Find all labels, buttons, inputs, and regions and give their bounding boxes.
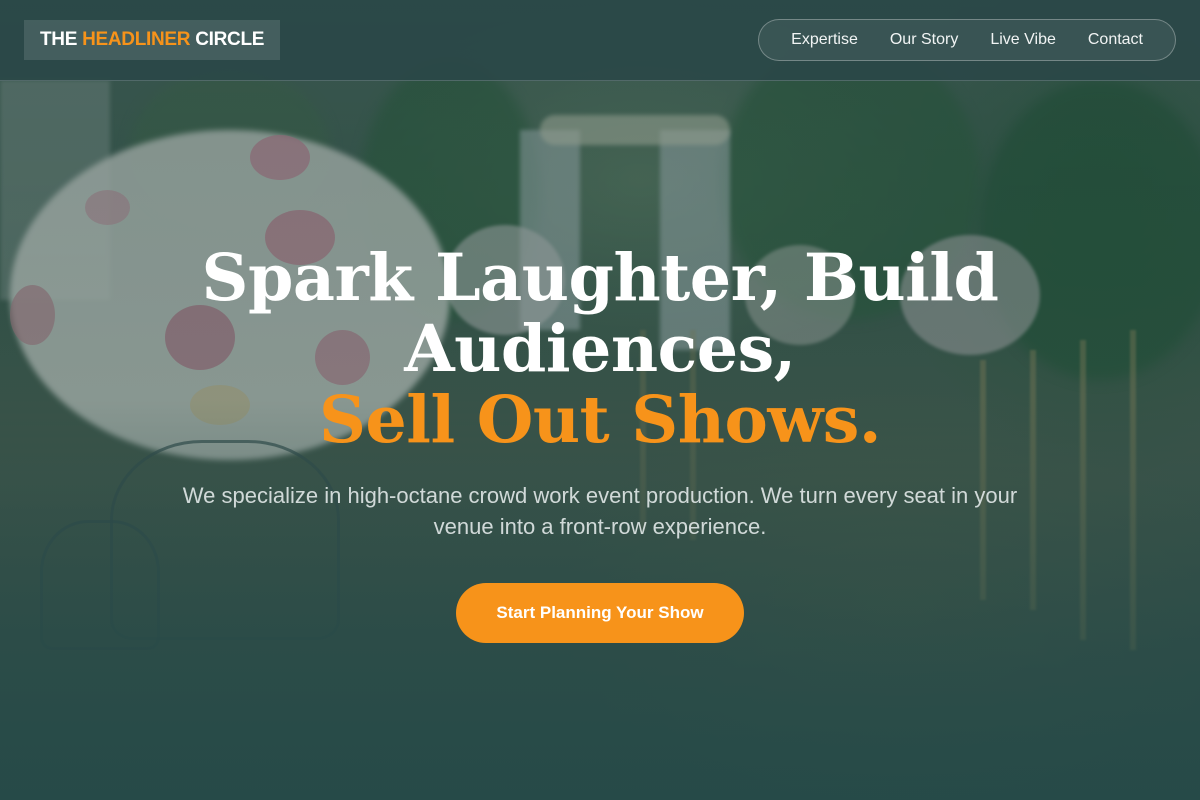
logo-text-accent: HEADLINER: [82, 29, 191, 50]
hero-subtext: We specialize in high-octane crowd work …: [182, 483, 1018, 539]
logo-text-part1: THE: [40, 29, 83, 50]
site-logo[interactable]: THE HEADLINER CIRCLE: [24, 20, 281, 60]
headline-line-1: Spark Laughter, Build: [201, 240, 999, 316]
headline-line-2: Audiences,: [404, 311, 796, 387]
site-header: THE HEADLINER CIRCLE Expertise Our Story…: [0, 0, 1200, 81]
hero-headline: Spark Laughter, Build Audiences, Sell Ou…: [0, 243, 1200, 456]
hero-section: Spark Laughter, Build Audiences, Sell Ou…: [0, 81, 1200, 800]
nav-link-expertise[interactable]: Expertise: [775, 31, 874, 49]
headline-line-3-accent: Sell Out Shows.: [318, 382, 882, 458]
main-nav: Expertise Our Story Live Vibe Contact: [758, 19, 1176, 61]
nav-link-contact[interactable]: Contact: [1072, 31, 1159, 49]
nav-link-our-story[interactable]: Our Story: [874, 31, 974, 49]
nav-link-live-vibe[interactable]: Live Vibe: [974, 31, 1072, 49]
start-planning-button[interactable]: Start Planning Your Show: [456, 583, 744, 643]
logo-text-part2: CIRCLE: [190, 29, 265, 50]
